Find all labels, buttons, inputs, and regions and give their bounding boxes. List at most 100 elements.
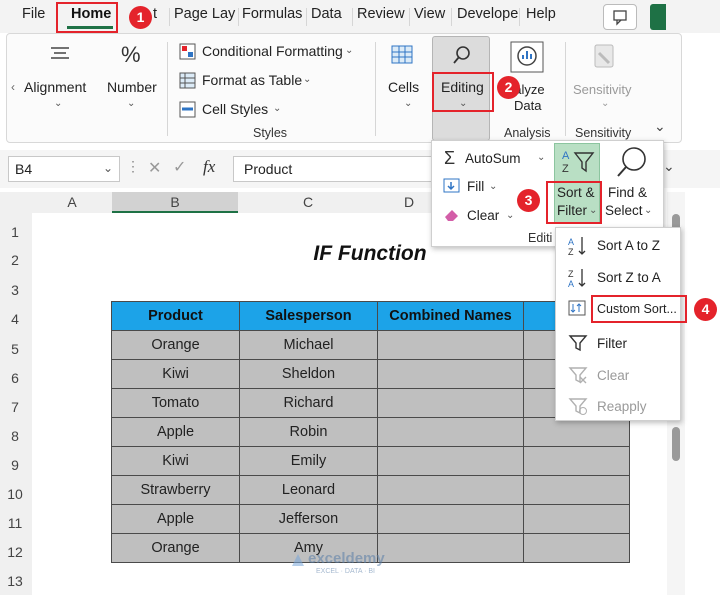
expand-formula-bar-icon[interactable]: ⌄	[663, 158, 675, 175]
combined-names-cell[interactable]	[377, 475, 524, 505]
tab-review[interactable]: Review	[357, 6, 405, 22]
insert-function-button[interactable]: fx	[203, 157, 215, 177]
tab-data[interactable]: Data	[311, 6, 342, 22]
clear-button[interactable]: Clear	[467, 208, 499, 223]
autosum-icon: Σ	[444, 148, 456, 168]
row-header-1[interactable]: 1	[0, 224, 30, 240]
empty-cell[interactable]	[523, 504, 630, 534]
tab-help[interactable]: Help	[526, 6, 556, 22]
enter-icon[interactable]: ✓	[173, 157, 186, 177]
product-cell[interactable]: Orange	[111, 533, 240, 563]
find-select-label-2[interactable]: Select	[605, 203, 643, 218]
product-cell[interactable]: Tomato	[111, 388, 240, 418]
row-header-11[interactable]: 11	[0, 515, 30, 531]
row-header-5[interactable]: 5	[0, 341, 30, 357]
table-header-salesperson[interactable]: Salesperson	[239, 301, 378, 331]
product-cell[interactable]: Apple	[111, 504, 240, 534]
tab-file[interactable]: File	[22, 6, 45, 22]
autosum-button[interactable]: AutoSum	[465, 151, 521, 166]
number-chevron-icon[interactable]: ⌄	[127, 98, 135, 109]
row-header-6[interactable]: 6	[0, 370, 30, 386]
collapse-ribbon-icon[interactable]: ⌄	[654, 118, 666, 135]
tab-insert-partial[interactable]: t	[153, 6, 157, 22]
empty-cell[interactable]	[523, 533, 630, 563]
table-row: Kiwi Emily	[111, 446, 630, 476]
salesperson-cell[interactable]: Richard	[239, 388, 378, 418]
cancel-icon[interactable]: ✕	[148, 158, 161, 178]
alignment-chevron-icon[interactable]: ⌄	[54, 98, 62, 109]
combined-names-cell[interactable]	[377, 330, 524, 360]
combined-names-cell[interactable]	[377, 417, 524, 447]
row-header-7[interactable]: 7	[0, 399, 30, 415]
cell-styles-button[interactable]: Cell Styles	[202, 101, 268, 117]
combined-names-cell[interactable]	[377, 533, 524, 563]
row-header-10[interactable]: 10	[0, 486, 30, 502]
name-box-chevron-icon[interactable]: ⌄	[103, 161, 113, 175]
comments-button[interactable]	[603, 4, 637, 30]
table-header-combined-names[interactable]: Combined Names	[377, 301, 524, 331]
name-box[interactable]: B4 ⌄	[8, 156, 120, 182]
svg-text:A: A	[568, 237, 574, 247]
sort-a-to-z-item[interactable]: Sort A to Z	[597, 238, 660, 253]
formula-input[interactable]: Product	[233, 156, 433, 182]
row-header-13[interactable]: 13	[0, 573, 30, 589]
product-cell[interactable]: Strawberry	[111, 475, 240, 505]
product-cell[interactable]: Kiwi	[111, 359, 240, 389]
table-row: Strawberry Leonard	[111, 475, 630, 505]
analyze-data-label-2[interactable]: Data	[514, 98, 541, 113]
svg-text:A: A	[562, 150, 570, 162]
salesperson-cell[interactable]: Robin	[239, 417, 378, 447]
share-button[interactable]	[650, 4, 666, 30]
row-header-8[interactable]: 8	[0, 428, 30, 444]
combined-names-cell[interactable]	[377, 359, 524, 389]
product-cell[interactable]: Orange	[111, 330, 240, 360]
scroll-left-icon[interactable]: ‹	[11, 80, 15, 94]
combined-names-cell[interactable]	[377, 388, 524, 418]
tab-page-layout[interactable]: Page Lay	[174, 6, 235, 22]
empty-cell[interactable]	[523, 475, 630, 505]
product-cell[interactable]: Kiwi	[111, 446, 240, 476]
cells-button[interactable]: Cells	[388, 79, 419, 95]
salesperson-cell[interactable]: Michael	[239, 330, 378, 360]
tab-formulas[interactable]: Formulas	[242, 6, 302, 22]
combined-names-cell[interactable]	[377, 446, 524, 476]
highlight-custom-sort	[591, 295, 687, 323]
step-badge-3: 3	[517, 189, 540, 212]
row-header-4[interactable]: 4	[0, 311, 30, 327]
reapply-item: Reapply	[597, 399, 647, 414]
empty-cell[interactable]	[523, 446, 630, 476]
salesperson-cell[interactable]: Emily	[239, 446, 378, 476]
column-header-c[interactable]: C	[238, 192, 378, 213]
column-header-a[interactable]: A	[32, 192, 112, 213]
column-header-b[interactable]: B	[112, 192, 238, 213]
select-all-corner[interactable]	[0, 192, 32, 213]
comment-icon	[613, 10, 627, 26]
percent-icon: %	[121, 42, 141, 67]
tab-developer[interactable]: Develope	[457, 6, 518, 22]
sort-z-to-a-item[interactable]: Sort Z to A	[597, 270, 661, 285]
table-header-product[interactable]: Product	[111, 301, 240, 331]
conditional-formatting-button[interactable]: Conditional Formatting	[202, 43, 343, 59]
row-header-9[interactable]: 9	[0, 457, 30, 473]
format-as-table-button[interactable]: Format as Table	[202, 72, 302, 88]
product-cell[interactable]: Apple	[111, 417, 240, 447]
salesperson-cell[interactable]: Leonard	[239, 475, 378, 505]
row-header-3[interactable]: 3	[0, 282, 30, 298]
salesperson-cell[interactable]: Jefferson	[239, 504, 378, 534]
alignment-button[interactable]: Alignment	[24, 79, 86, 95]
analyze-data-icon	[510, 41, 544, 73]
salesperson-cell[interactable]: Sheldon	[239, 359, 378, 389]
find-select-icon	[617, 147, 646, 177]
number-button[interactable]: Number	[107, 79, 157, 95]
fill-button[interactable]: Fill	[467, 179, 484, 194]
row-header-12[interactable]: 12	[0, 544, 30, 560]
svg-text:Z: Z	[568, 269, 574, 279]
find-select-label-1[interactable]: Find &	[608, 185, 647, 200]
filter-item[interactable]: Filter	[597, 336, 627, 351]
row-header-2[interactable]: 2	[0, 252, 30, 268]
combined-names-cell[interactable]	[377, 504, 524, 534]
eraser-icon	[445, 210, 458, 221]
empty-cell[interactable]	[523, 417, 630, 447]
editing-group-label: Editi	[528, 231, 553, 245]
tab-view[interactable]: View	[414, 6, 445, 22]
